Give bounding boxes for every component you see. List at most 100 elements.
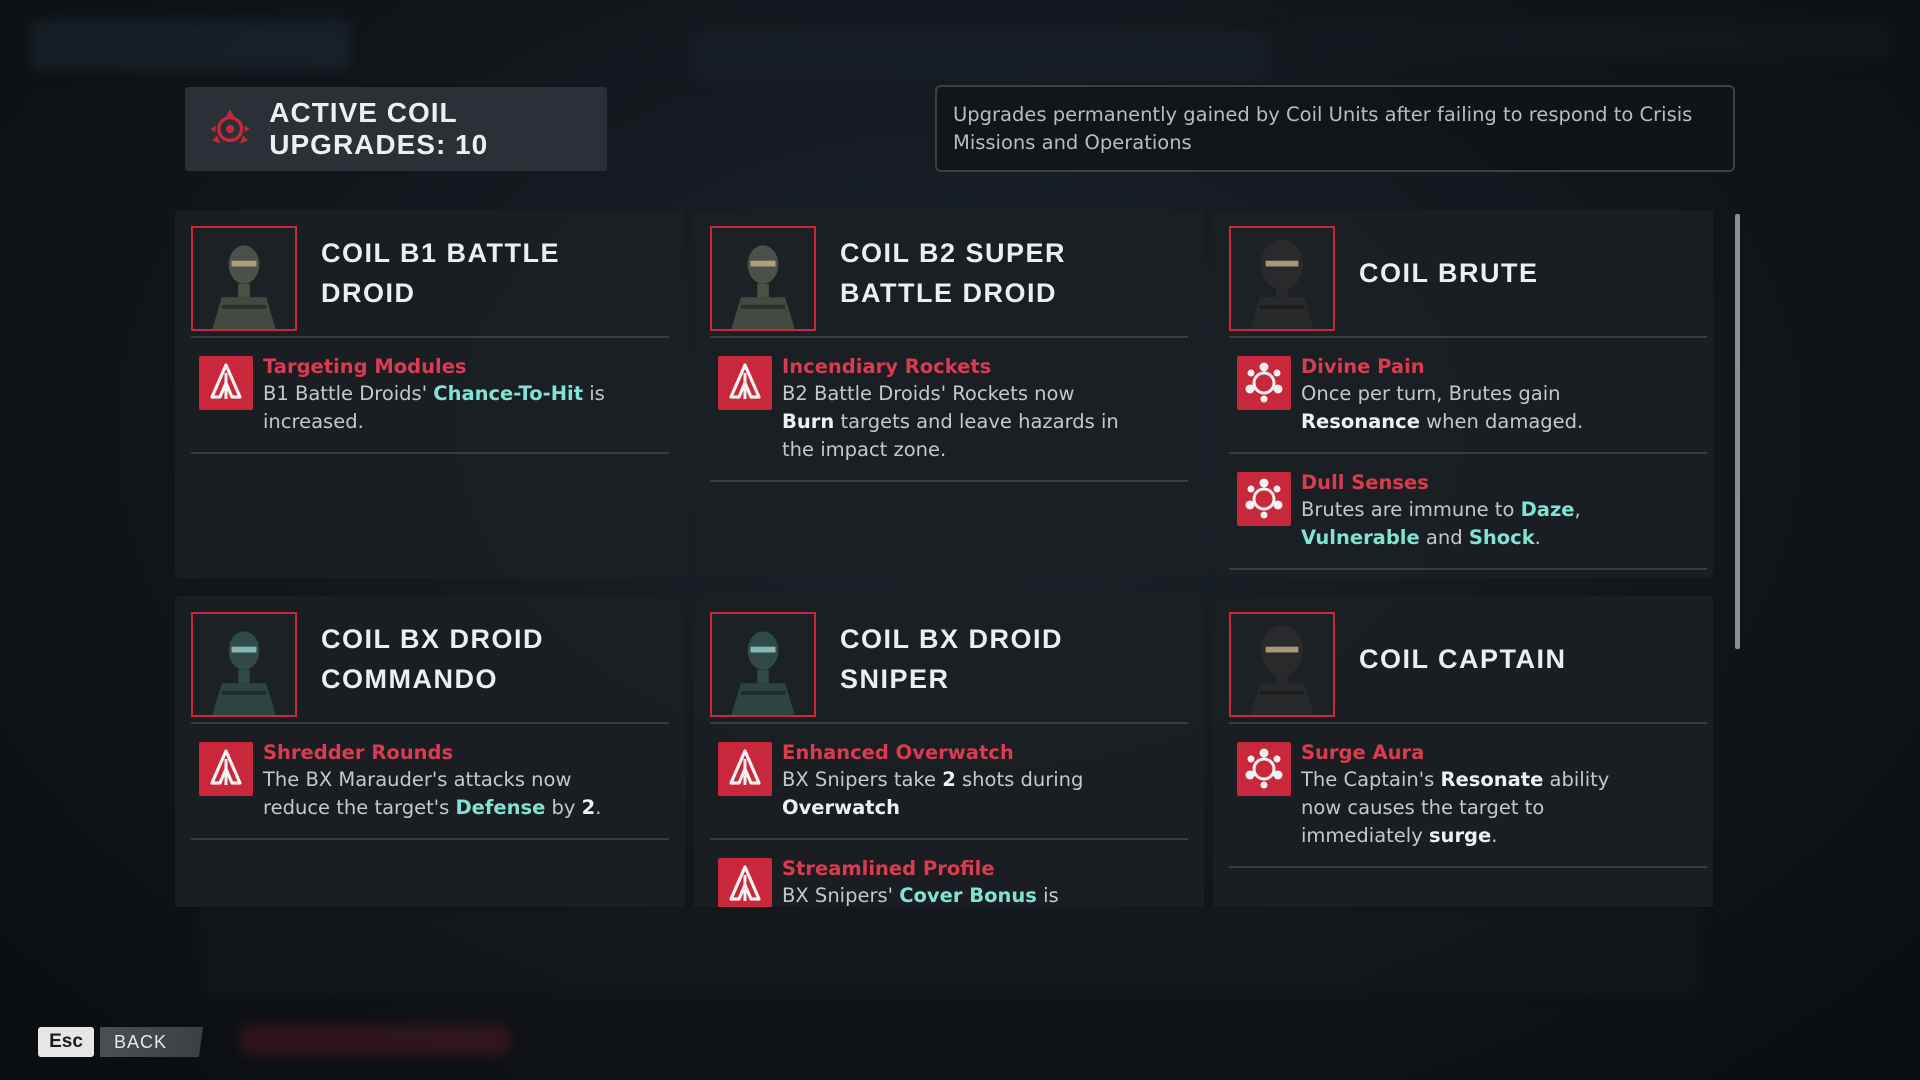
scrollbar[interactable] (1735, 214, 1740, 649)
description-text: . (1534, 526, 1541, 549)
upgrade-description: B2 Battle Droids' Rockets now Burn targe… (782, 380, 1127, 464)
upgrade-entry: Streamlined Profile BX Snipers' Cover Bon… (710, 840, 1188, 907)
back-button[interactable]: BACK (100, 1027, 203, 1057)
rocket-chevron-icon (199, 356, 253, 410)
upgrade-description: Brutes are immune to Daze, Vulnerable an… (1301, 496, 1646, 552)
unit-card-b2: COIL B2 SUPER BATTLE DROID Incendiary Roc… (694, 210, 1204, 578)
unit-name: COIL B2 SUPER BATTLE DROID (840, 238, 1067, 308)
unit-name: COIL BX DROID SNIPER (840, 624, 1064, 694)
unit-name: COIL CAPTAIN (1359, 644, 1567, 674)
unit-card-b1: COIL B1 BATTLE DROID Targeting Modules B1 … (175, 210, 685, 578)
rocket-chevron-icon (718, 742, 772, 796)
description-text: . (1491, 824, 1498, 847)
b1-battle-droid-portrait (191, 226, 297, 331)
upgrade-list: Targeting Modules B1 Battle Droids' Chanc… (175, 338, 685, 454)
unit-card-header: COIL CAPTAIN (1229, 596, 1707, 724)
keyword-highlight: 2 (942, 768, 956, 791)
active-upgrades-title: ACTIVE COIL UPGRADES: 10 (269, 97, 489, 160)
description-text: by (545, 796, 582, 819)
rocket-chevron-icon (718, 858, 772, 907)
upgrade-list: Enhanced Overwatch BX Snipers take 2 shot… (694, 724, 1204, 907)
description-text: . (595, 796, 602, 819)
upgrade-entry: Targeting Modules B1 Battle Droids' Chanc… (191, 338, 669, 454)
unit-card-bx-sniper: COIL BX DROID SNIPER Enhanced Overwatch BX… (694, 596, 1204, 907)
description-text: BX Snipers' (782, 884, 900, 907)
rocket-chevron-icon (199, 742, 253, 796)
upgrades-description: Upgrades permanently gained by Coil Unit… (935, 85, 1735, 172)
background-decor (30, 20, 350, 70)
description-text: Once per turn, Brutes gain (1301, 382, 1561, 405)
upgrade-description: The BX Marauder's attacks now reduce the… (263, 766, 608, 822)
upgrade-description: Once per turn, Brutes gain Resonance whe… (1301, 380, 1646, 436)
keyword-highlight: Shock (1468, 526, 1535, 549)
captain-portrait (1229, 612, 1335, 717)
upgrade-entry: Divine Pain Once per turn, Brutes gain Re… (1229, 338, 1707, 454)
unit-name: COIL B1 BATTLE DROID (321, 238, 561, 308)
unit-card-bx-commando: COIL BX DROID COMMANDO Shredder Rounds The… (175, 596, 685, 907)
upgrade-description: BX Snipers' Cover Bonus is (782, 882, 1127, 907)
brute-portrait (1229, 226, 1335, 331)
upgrade-name: Divine Pain (1301, 355, 1425, 378)
resonance-icon (1237, 742, 1291, 796)
keyword-highlight: Daze (1520, 498, 1575, 521)
rocket-chevron-icon (718, 356, 772, 410)
unit-card-header: COIL B1 BATTLE DROID (191, 210, 669, 338)
resonance-icon (1237, 472, 1291, 526)
upgrade-list: Divine Pain Once per turn, Brutes gain Re… (1213, 338, 1713, 570)
description-text: when damaged. (1419, 410, 1584, 433)
keyword-highlight: 2 (581, 796, 596, 819)
unit-card-brute: COIL BRUTE Divine Pain Once per turn, Brut… (1213, 210, 1713, 578)
description-text: and (1419, 526, 1469, 549)
keyword-highlight: Vulnerable (1301, 526, 1420, 549)
description-text: B2 Battle Droids' Rockets now (782, 382, 1075, 405)
keyword-highlight: Resonate (1440, 768, 1544, 791)
background-decor (1300, 20, 1890, 60)
esc-key-hint[interactable]: Esc (38, 1027, 94, 1057)
active-upgrades-banner: ACTIVE COIL UPGRADES: 10 (185, 87, 607, 171)
upgrade-entry: Dull Senses Brutes are immune to Daze, Vu… (1229, 454, 1707, 570)
upgrade-description: The Captain's Resonate ability now cause… (1301, 766, 1646, 850)
keyword-highlight: Resonance (1301, 410, 1420, 433)
upgrade-name: Surge Aura (1301, 741, 1425, 764)
unit-card-captain: COIL CAPTAIN Surge Aura The Captain's Reso… (1213, 596, 1713, 907)
upgrade-name: Incendiary Rockets (782, 355, 992, 378)
background-decor (240, 1025, 510, 1055)
unit-card-header: COIL BX DROID SNIPER (710, 596, 1188, 724)
upgrade-entry: Incendiary Rockets B2 Battle Droids' Rock… (710, 338, 1188, 482)
resonance-icon (1237, 356, 1291, 410)
background-decor (690, 30, 1270, 80)
description-text: shots during (955, 768, 1084, 791)
unit-name: COIL BRUTE (1359, 258, 1539, 288)
description-text: Brutes are immune to (1301, 498, 1521, 521)
unit-card-header: COIL B2 SUPER BATTLE DROID (710, 210, 1188, 338)
bx-droid-sniper-portrait (710, 612, 816, 717)
description-text: is (1036, 884, 1059, 907)
description-text: B1 Battle Droids' (263, 382, 434, 405)
description-text: , (1574, 498, 1581, 521)
unit-name: COIL BX DROID COMMANDO (321, 624, 545, 694)
keyword-highlight: Defense (455, 796, 546, 819)
keyword-highlight: Chance-To-Hit (433, 382, 584, 405)
upgrade-name: Enhanced Overwatch (782, 741, 1014, 764)
upgrade-list: Incendiary Rockets B2 Battle Droids' Rock… (694, 338, 1204, 482)
unit-upgrade-grid: COIL B1 BATTLE DROID Targeting Modules B1 … (175, 210, 1713, 907)
unit-card-header: COIL BX DROID COMMANDO (191, 596, 669, 724)
upgrade-list: Shredder Rounds The BX Marauder's attacks… (175, 724, 685, 840)
upgrade-description: B1 Battle Droids' Chance-To-Hit is incre… (263, 380, 608, 436)
upgrade-name: Dull Senses (1301, 471, 1429, 494)
upgrade-entry: Shredder Rounds The BX Marauder's attacks… (191, 724, 669, 840)
upgrade-list: Surge Aura The Captain's Resonate ability… (1213, 724, 1713, 868)
upgrade-name: Streamlined Profile (782, 857, 995, 880)
upgrade-name: Shredder Rounds (263, 741, 454, 764)
upgrade-entry: Surge Aura The Captain's Resonate ability… (1229, 724, 1707, 868)
keyword-highlight: surge (1428, 824, 1492, 847)
keyword-highlight: Cover Bonus (899, 884, 1037, 907)
coil-emblem-icon (210, 109, 250, 144)
upgrade-description: BX Snipers take 2 shots during Overwatch (782, 766, 1127, 822)
description-text: BX Snipers take (782, 768, 943, 791)
keyword-highlight: Overwatch (782, 796, 901, 819)
unit-card-header: COIL BRUTE (1229, 210, 1707, 338)
bx-droid-commando-portrait (191, 612, 297, 717)
b2-super-battle-droid-portrait (710, 226, 816, 331)
upgrade-name: Targeting Modules (263, 355, 467, 378)
